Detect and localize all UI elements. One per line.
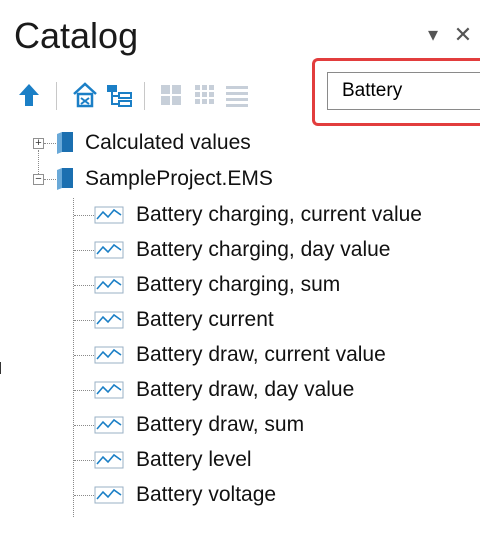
- catalog-book-icon: [57, 132, 73, 154]
- panel-dropdown-icon[interactable]: ▾: [422, 24, 444, 46]
- tree-item-label: Battery draw, current value: [136, 343, 386, 366]
- home-catalog-icon[interactable]: [70, 80, 100, 110]
- collapse-toggle-icon[interactable]: −: [33, 174, 44, 185]
- tree-line: [74, 425, 94, 426]
- up-arrow-icon[interactable]: [14, 80, 44, 110]
- tree-item-label: Battery draw, sum: [136, 413, 305, 436]
- search-input[interactable]: [327, 72, 480, 110]
- panel-close-icon[interactable]: ✕: [452, 24, 474, 46]
- trend-value-icon: [94, 346, 124, 364]
- tree-line: [73, 198, 74, 517]
- tree-folder-sampleproject-ems[interactable]: − SampleProject.EMS: [0, 162, 480, 196]
- toolbar-separator: [56, 82, 57, 110]
- tree-line: [74, 285, 94, 286]
- small-icons-view-icon[interactable]: [190, 80, 220, 110]
- splitter-tick: [0, 362, 1, 374]
- tree-line: [74, 320, 94, 321]
- trend-value-icon: [94, 416, 124, 434]
- tree-line: [74, 215, 94, 216]
- tree-item-label: Battery current: [136, 308, 274, 331]
- catalog-book-icon: [57, 168, 73, 190]
- tree-line: [74, 460, 94, 461]
- tree-folder-label: SampleProject.EMS: [85, 167, 273, 190]
- tree-structure-icon[interactable]: [104, 80, 134, 110]
- trend-value-icon: [94, 276, 124, 294]
- tree-line: [74, 390, 94, 391]
- tree-item-label: Battery charging, sum: [136, 273, 341, 296]
- trend-value-icon: [94, 241, 124, 259]
- list-view-icon[interactable]: [222, 80, 252, 110]
- toolbar-separator: [144, 82, 145, 110]
- panel-title: Catalog: [14, 15, 139, 56]
- expand-toggle-icon[interactable]: +: [33, 138, 44, 149]
- trend-value-icon: [94, 486, 124, 504]
- tree-item-label: Battery charging, day value: [136, 238, 391, 261]
- trend-value-icon: [94, 311, 124, 329]
- tree-line: [74, 355, 94, 356]
- tree-item-label: Battery level: [136, 448, 252, 471]
- tree-item-label: Battery charging, current value: [136, 203, 422, 226]
- trend-value-icon: [94, 381, 124, 399]
- tree-folder-label: Calculated values: [85, 131, 251, 154]
- tree-line: [74, 495, 94, 496]
- tree-folder-calculated-values[interactable]: + Calculated values: [0, 126, 480, 160]
- tree-item-label: Battery voltage: [136, 483, 277, 506]
- tree-item-label: Battery draw, day value: [136, 378, 355, 401]
- trend-value-icon: [94, 451, 124, 469]
- tree-line: [74, 250, 94, 251]
- large-icons-view-icon[interactable]: [156, 80, 186, 110]
- trend-value-icon: [94, 206, 124, 224]
